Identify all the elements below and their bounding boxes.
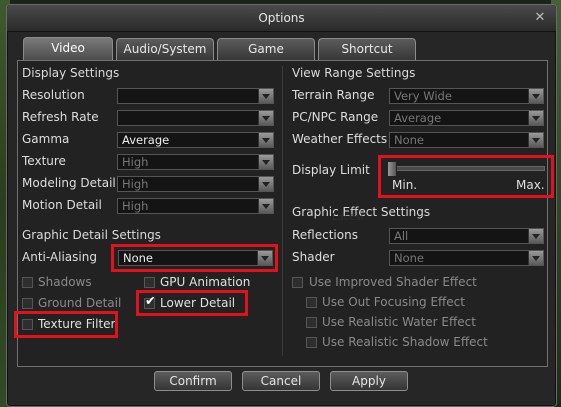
- slider-max-label: Max.: [516, 178, 545, 192]
- anti-aliasing-dropdown[interactable]: None: [118, 250, 273, 266]
- display-limit-slider-track[interactable]: [392, 166, 545, 171]
- ground-detail-checkbox[interactable]: [22, 298, 33, 309]
- check-icon: ✔: [145, 294, 156, 309]
- reflections-value: All: [394, 229, 409, 243]
- weather-effects-label: Weather Effects: [292, 132, 388, 146]
- tab-game[interactable]: Game: [217, 38, 315, 60]
- motion-detail-value: High: [122, 199, 149, 213]
- texture-filter-checkbox[interactable]: [22, 319, 33, 330]
- chevron-down-icon[interactable]: [528, 133, 543, 147]
- terrain-range-dropdown[interactable]: Very Wide: [389, 88, 544, 104]
- realistic-shadow-label: Use Realistic Shadow Effect: [322, 335, 488, 349]
- weather-effects-value: None: [394, 133, 425, 147]
- pc-npc-range-label: PC/NPC Range: [292, 110, 379, 124]
- chevron-down-icon[interactable]: [257, 251, 272, 265]
- shadows-checkbox[interactable]: [22, 277, 33, 288]
- shadows-label: Shadows: [38, 275, 92, 289]
- chevron-down-icon[interactable]: [528, 89, 543, 103]
- close-icon[interactable]: ✕: [532, 10, 548, 26]
- cancel-button[interactable]: Cancel: [242, 371, 320, 391]
- chevron-down-icon[interactable]: [528, 229, 543, 243]
- reflections-label: Reflections: [292, 228, 358, 242]
- tab-video[interactable]: Video: [23, 37, 113, 61]
- anti-aliasing-label: Anti-Aliasing: [22, 250, 97, 264]
- realistic-water-checkbox[interactable]: [306, 317, 317, 328]
- gpu-animation-checkbox[interactable]: [144, 277, 155, 288]
- chevron-down-icon[interactable]: [258, 133, 273, 147]
- lower-detail-label: Lower Detail: [160, 296, 236, 310]
- improved-shader-label: Use Improved Shader Effect: [309, 275, 477, 289]
- chevron-down-icon[interactable]: [258, 89, 273, 103]
- out-focusing-label: Use Out Focusing Effect: [322, 295, 465, 309]
- view-range-heading: View Range Settings: [292, 66, 416, 80]
- chevron-down-icon[interactable]: [528, 251, 543, 265]
- slider-min-label: Min.: [392, 178, 418, 192]
- texture-filter-label: Texture Filter: [38, 317, 116, 331]
- texture-label: Texture: [22, 154, 66, 168]
- gamma-value: Average: [122, 133, 170, 147]
- window-title: Options: [258, 11, 305, 25]
- modeling-detail-dropdown[interactable]: High: [117, 176, 274, 192]
- chevron-down-icon[interactable]: [258, 177, 273, 191]
- modeling-detail-value: High: [122, 177, 149, 191]
- terrain-range-label: Terrain Range: [292, 88, 375, 102]
- graphic-detail-heading: Graphic Detail Settings: [22, 228, 161, 242]
- shader-value: None: [394, 251, 425, 265]
- resolution-label: Resolution: [22, 88, 85, 102]
- confirm-button[interactable]: Confirm: [154, 371, 232, 391]
- ground-detail-label: Ground Detail: [38, 296, 122, 310]
- shader-dropdown[interactable]: None: [389, 250, 544, 266]
- shader-label: Shader: [292, 250, 335, 264]
- out-focusing-checkbox[interactable]: [306, 297, 317, 308]
- pc-npc-range-value: Average: [394, 111, 442, 125]
- anti-aliasing-value: None: [123, 251, 154, 265]
- gamma-label: Gamma: [22, 132, 70, 146]
- watermark-text: Lacesi: [332, 212, 364, 223]
- refresh-rate-dropdown[interactable]: [117, 110, 274, 126]
- display-settings-heading: Display Settings: [22, 66, 120, 80]
- chevron-down-icon[interactable]: [258, 155, 273, 169]
- tab-audio-system[interactable]: Audio/System: [116, 38, 214, 60]
- texture-dropdown[interactable]: High: [117, 154, 274, 170]
- display-limit-slider-handle[interactable]: [387, 161, 397, 177]
- chevron-down-icon[interactable]: [258, 199, 273, 213]
- motion-detail-dropdown[interactable]: High: [117, 198, 274, 214]
- title-bar[interactable]: Options ✕: [7, 5, 556, 32]
- texture-value: High: [122, 155, 149, 169]
- pc-npc-range-dropdown[interactable]: Average: [389, 110, 544, 126]
- resolution-dropdown[interactable]: [117, 88, 274, 104]
- improved-shader-checkbox[interactable]: [292, 277, 303, 288]
- weather-effects-dropdown[interactable]: None: [389, 132, 544, 148]
- refresh-rate-label: Refresh Rate: [22, 110, 99, 124]
- column-divider: [282, 66, 283, 356]
- terrain-range-value: Very Wide: [394, 89, 452, 103]
- motion-detail-label: Motion Detail: [22, 198, 102, 212]
- gpu-animation-label: GPU Animation: [160, 275, 251, 289]
- realistic-shadow-checkbox[interactable]: [306, 337, 317, 348]
- realistic-water-label: Use Realistic Water Effect: [322, 315, 476, 329]
- chevron-down-icon[interactable]: [258, 111, 273, 125]
- modeling-detail-label: Modeling Detail: [22, 176, 116, 190]
- tab-shortcut[interactable]: Shortcut: [318, 38, 416, 60]
- chevron-down-icon[interactable]: [528, 111, 543, 125]
- display-limit-label: Display Limit: [292, 163, 370, 177]
- apply-button[interactable]: Apply: [330, 371, 408, 391]
- lower-detail-checkbox[interactable]: ✔: [144, 294, 156, 309]
- gamma-dropdown[interactable]: Average: [117, 132, 274, 148]
- reflections-dropdown[interactable]: All: [389, 228, 544, 244]
